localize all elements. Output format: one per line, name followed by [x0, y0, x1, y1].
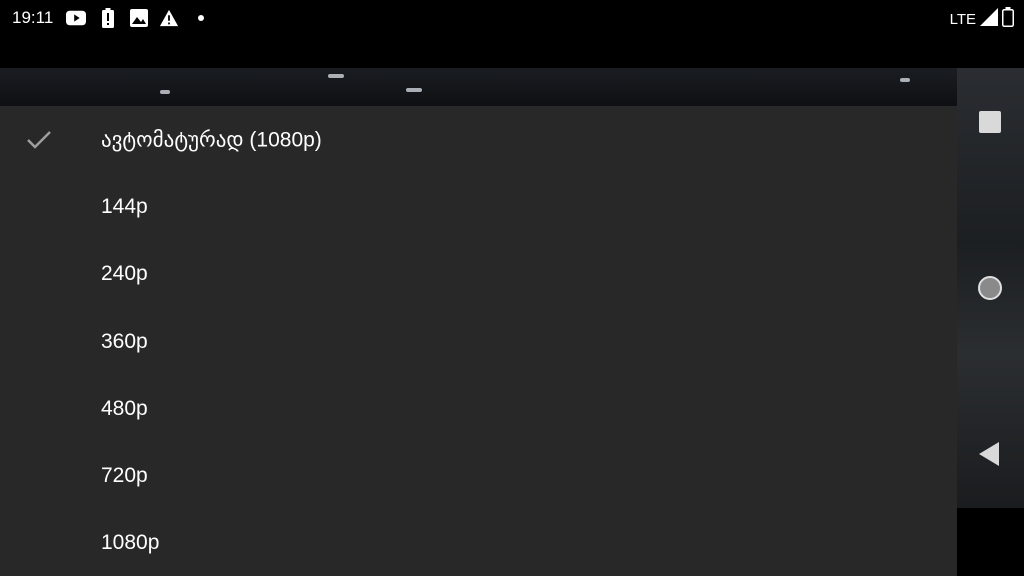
navigation-bar	[957, 508, 1024, 576]
network-type: LTE	[949, 11, 976, 28]
battery-alert-icon	[98, 8, 118, 28]
back-icon	[979, 442, 999, 466]
check-icon	[24, 125, 54, 155]
image-icon	[129, 8, 149, 28]
quality-option-label: 480p	[101, 396, 148, 420]
quality-menu: ავტომატურად (1080p) 144p 240p 360p 480p …	[0, 106, 957, 576]
quality-option-1080p[interactable]: 1080p	[0, 509, 957, 576]
quality-option-144p[interactable]: 144p	[0, 173, 957, 240]
quality-option-360p[interactable]: 360p	[0, 308, 957, 375]
quality-option-auto[interactable]: ავტომატურად (1080p)	[0, 106, 957, 173]
back-button[interactable]	[976, 440, 1004, 468]
dot-icon	[191, 8, 211, 28]
home-button[interactable]	[976, 274, 1004, 302]
video-player-background	[0, 68, 957, 108]
status-time: 19:11	[12, 8, 54, 27]
status-right-group: LTE	[950, 7, 1014, 32]
quality-option-720p[interactable]: 720p	[0, 442, 957, 509]
quality-option-label: 360p	[101, 329, 148, 353]
warning-icon	[159, 8, 179, 28]
home-icon	[978, 276, 1002, 300]
quality-option-240p[interactable]: 240p	[0, 240, 957, 307]
quality-option-label: ავტომატურად (1080p)	[101, 128, 322, 151]
quality-option-label: 1080p	[101, 530, 160, 554]
status-bar: 19:11 LTE	[0, 0, 1024, 36]
battery-icon	[1002, 7, 1014, 32]
recents-button[interactable]	[976, 108, 1004, 136]
quality-option-label: 144p	[101, 194, 148, 218]
youtube-icon	[66, 8, 86, 28]
recents-icon	[979, 111, 1001, 133]
quality-option-label: 240p	[101, 261, 148, 285]
signal-icon	[980, 8, 998, 31]
quality-option-480p[interactable]: 480p	[0, 375, 957, 442]
quality-option-label: 720p	[101, 463, 148, 487]
